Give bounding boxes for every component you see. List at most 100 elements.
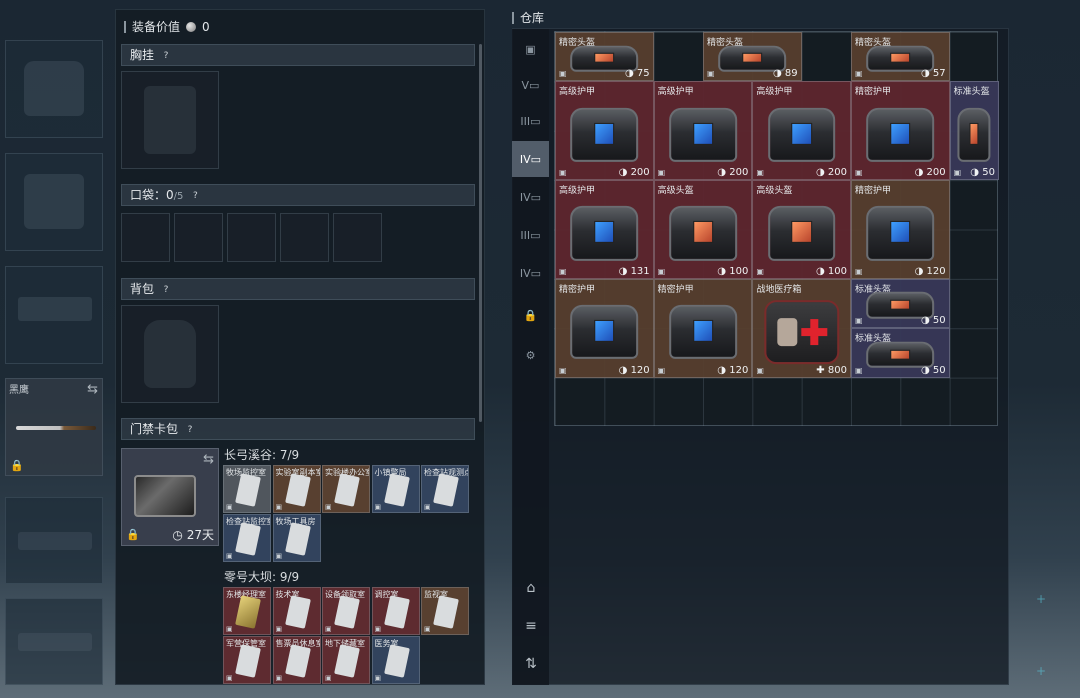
keycard-item[interactable]: 牧场监控室 ▣ (223, 465, 271, 513)
helmet-item[interactable]: 标准头盔 ▣ ◑ 50 (850, 278, 950, 329)
keycard-item[interactable]: 监视室 ▣ (421, 587, 469, 635)
warehouse-grid[interactable]: 精密头盔 ▣ ◑ 75 精密头盔 ▣ ◑ 89 精密头盔 ▣ ◑ 57 高级护甲 ▣ ◑ 200 高级护… (554, 31, 999, 426)
medkit-item[interactable]: 战地医疗箱 ▣ ✚ 800 (752, 278, 851, 378)
helmet-slot[interactable] (5, 40, 103, 138)
help-icon[interactable]: ? (189, 190, 201, 202)
keycard-item[interactable]: 调控室 ▣ (371, 587, 420, 635)
armor-item[interactable]: 高级护甲 ▣ ◑ 200 (653, 81, 753, 181)
helmet-item[interactable]: 高级头盔 ▣ ◑ 100 (752, 180, 851, 279)
keycard-item[interactable]: 实验室副本室 ▣ (272, 465, 321, 513)
armor-item[interactable]: 精密护甲 ▣ ◑ 120 (555, 278, 654, 378)
armor-item[interactable]: 高级护甲 ▣ ◑ 200 (752, 81, 851, 181)
armor-slot[interactable] (5, 153, 103, 251)
tag-icon: ▣ (424, 503, 431, 511)
equip-value-label: 装备价值 (132, 20, 181, 34)
sort-icon[interactable]: ⇅ (521, 656, 541, 676)
keycard-item[interactable]: 牧场工具房 ▣ (272, 514, 321, 562)
durability-icon: ✚ (816, 364, 825, 376)
tag-icon: ▣ (374, 503, 382, 511)
keycard-group-title: 长弓溪谷: 7/9 (224, 448, 300, 462)
knife-icon (16, 426, 96, 430)
armor-item[interactable]: 高级护甲 ▣ ◑ 131 (555, 180, 654, 279)
helmet-item[interactable]: 精密头盔 ▣ ◑ 75 (555, 32, 654, 82)
keycard-icon (383, 473, 410, 507)
pocket-slot[interactable] (227, 213, 276, 262)
helmet-icon (669, 206, 737, 261)
secondary-weapon-slot[interactable] (5, 598, 103, 685)
keycard-case-slot[interactable]: ⇆ 🔒 ◷ 27天 (121, 448, 219, 546)
armor-item[interactable]: 精密护甲 ▣ ◑ 120 (653, 278, 753, 378)
tab-locked[interactable]: 🔒 (512, 297, 549, 333)
helmet-item[interactable]: 精密头盔 ▣ ◑ 57 (850, 32, 950, 82)
layers-icon[interactable]: ≡ (521, 618, 541, 638)
keycase-duration: ◷ 27天 (172, 526, 214, 543)
keycard-group-title: 零号大坝: 9/9 (224, 570, 300, 584)
help-icon[interactable]: ? (184, 424, 196, 436)
tab-settings[interactable]: ⚙ (512, 337, 549, 373)
backpack-slot[interactable] (121, 305, 219, 403)
pocket-slot[interactable] (280, 213, 329, 262)
helmet-item[interactable]: 标准头盔 ▣ ◑ 50 (949, 81, 999, 181)
keycard-item[interactable]: 检查站观测点 ▣ (421, 465, 469, 513)
helmet-item[interactable]: 标准头盔 ▣ ◑ 50 (850, 328, 950, 378)
keycard-item[interactable]: 东楼经理室 ▣ (223, 587, 271, 635)
backpack-header: 背包? (121, 278, 475, 300)
tag-icon: ▣ (706, 69, 715, 79)
warehouse-title-bar: 仓库 (512, 9, 544, 26)
keycard-item[interactable]: 实验楼办公室 ▣ (322, 465, 370, 513)
chest-rig-placeholder-icon (144, 86, 196, 154)
keycard-item[interactable]: 设备领取室 ▣ (322, 587, 370, 635)
swap-icon[interactable]: ⇆ (87, 382, 98, 397)
keycard-item[interactable]: 医务室 ▣ (371, 636, 420, 684)
tab-tier-iii[interactable]: III▭ (512, 103, 549, 139)
tag-icon: ▣ (854, 168, 863, 178)
item-durability: ◑ 57 (921, 68, 946, 79)
tab-tier-iv-c[interactable]: IV▭ (512, 255, 549, 291)
medkit-icon (763, 300, 840, 365)
scrollbar[interactable] (479, 44, 482, 422)
durability-icon: ◑ (914, 167, 924, 179)
pocket-slot[interactable] (333, 213, 382, 262)
swap-icon[interactable]: ⇆ (203, 452, 214, 467)
tab-tier-iii-b[interactable]: III▭ (512, 217, 549, 253)
tag-icon: ▣ (374, 625, 382, 633)
keycard-icon (433, 473, 459, 507)
loadout-panel: 装备价值 0 胸挂? 口袋：0/5? 背包? 门禁卡包? ⇆ 🔒 ◷ 27天 长… (115, 9, 485, 685)
item-durability: ◑ 200 (619, 167, 650, 178)
help-icon[interactable]: ? (160, 284, 172, 296)
armor-item[interactable]: 精密护甲 ▣ ◑ 200 (850, 81, 950, 181)
pocket-slot[interactable] (174, 213, 223, 262)
pocket-slot[interactable] (121, 213, 170, 262)
keycard-icon (235, 644, 261, 678)
item-durability: ◑ 131 (619, 266, 650, 277)
armor-item[interactable]: 精密护甲 ▣ ◑ 120 (850, 180, 950, 279)
portrait-icon[interactable]: ⌂ (521, 580, 541, 600)
keycard-case-icon (134, 475, 196, 517)
durability-value: 200 (729, 167, 749, 179)
durability-icon: ◑ (717, 167, 727, 179)
keycard-icon (235, 522, 261, 556)
durability-icon: ◑ (920, 315, 930, 327)
tag-icon: ▣ (854, 69, 863, 79)
armor-item[interactable]: 高级护甲 ▣ ◑ 200 (555, 81, 654, 181)
helmet-item[interactable]: 高级头盔 ▣ ◑ 100 (653, 180, 753, 279)
pistol-slot[interactable] (5, 266, 103, 364)
keycard-item[interactable]: 军营保管室 ▣ (223, 636, 271, 684)
chest-rig-slot[interactable] (121, 71, 219, 169)
help-icon[interactable]: ? (160, 50, 172, 62)
primary-weapon-slot[interactable] (5, 497, 103, 584)
keycard-item[interactable]: 检查站监控室 ▣ (223, 514, 271, 562)
helmet-item[interactable]: 精密头盔 ▣ ◑ 89 (702, 32, 802, 82)
pockets-label: 口袋 (130, 188, 155, 202)
keycard-icon (383, 644, 410, 678)
tab-tier-v[interactable]: V▭ (512, 67, 549, 103)
melee-slot[interactable]: 黑鹰 ⇆ 🔒 (5, 378, 103, 476)
tab-all[interactable]: ▣ (512, 31, 549, 67)
tab-tier-iv-b[interactable]: IV▭ (512, 179, 549, 215)
tag-icon: ▣ (325, 674, 332, 682)
keycard-item[interactable]: 地下储藏室 ▣ (322, 636, 370, 684)
tab-tier-iv[interactable]: IV▭ (512, 141, 549, 177)
keycard-item[interactable]: 售票员休息室 ▣ (272, 636, 321, 684)
keycard-item[interactable]: 小镇警局▣ (371, 465, 420, 513)
keycard-item[interactable]: 技术室 ▣ (272, 587, 321, 635)
